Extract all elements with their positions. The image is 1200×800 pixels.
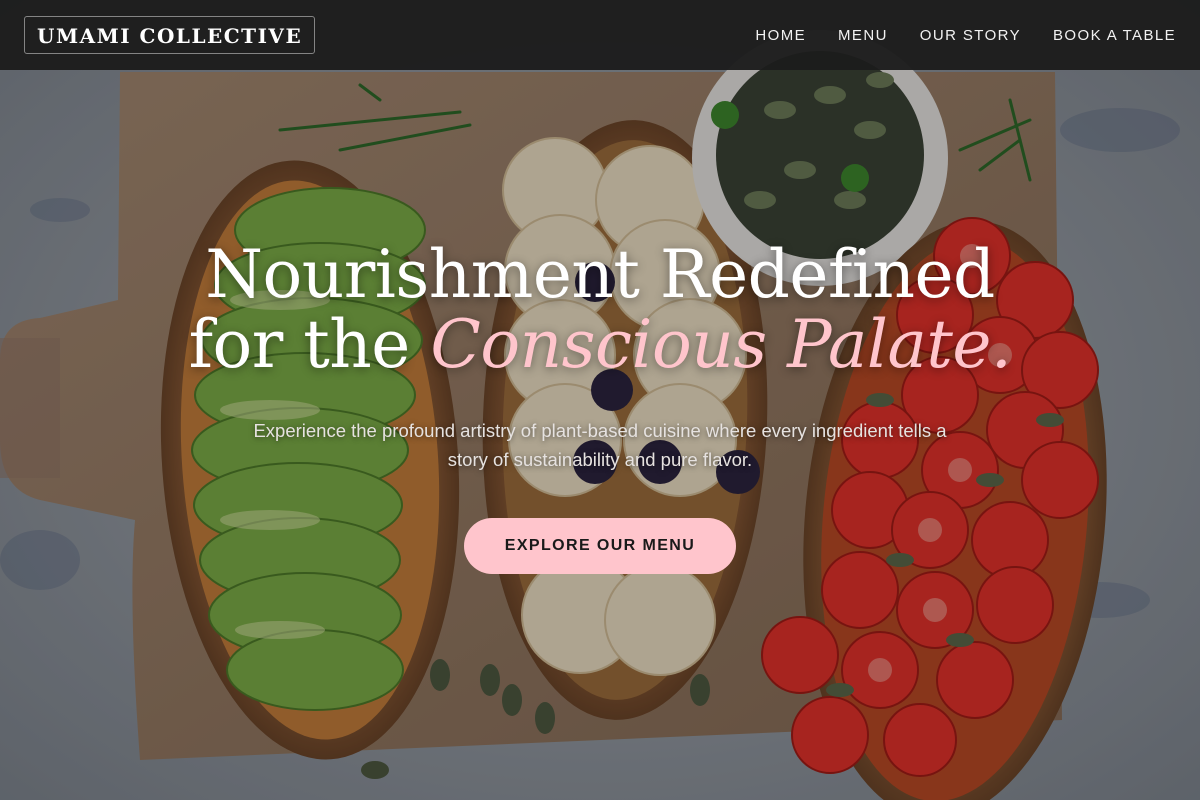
nav-link-menu[interactable]: MENU [838, 27, 888, 44]
nav-link-book-a-table[interactable]: BOOK A TABLE [1053, 27, 1176, 44]
main-nav: HOME MENU OUR STORY BOOK A TABLE [755, 27, 1176, 44]
brand-logo[interactable]: UMAMI COLLECTIVE [24, 16, 316, 54]
headline-accent: Conscious Palate. [430, 306, 1012, 383]
nav-link-home[interactable]: HOME [755, 27, 806, 44]
hero-headline: Nourishment Redefined for the Conscious … [0, 240, 1200, 380]
top-navbar: UMAMI COLLECTIVE HOME MENU OUR STORY BOO… [0, 0, 1200, 70]
hero-section: Nourishment Redefined for the Conscious … [0, 240, 1200, 574]
explore-menu-button[interactable]: EXPLORE OUR MENU [463, 518, 737, 574]
headline-line-2-prefix: for the [188, 306, 431, 383]
hero-subtitle: Experience the profound artistry of plan… [253, 420, 947, 470]
nav-link-our-story[interactable]: OUR STORY [920, 27, 1021, 44]
headline-line-1: Nourishment Redefined [205, 236, 995, 313]
hero-page: UMAMI COLLECTIVE HOME MENU OUR STORY BOO… [0, 0, 1200, 800]
